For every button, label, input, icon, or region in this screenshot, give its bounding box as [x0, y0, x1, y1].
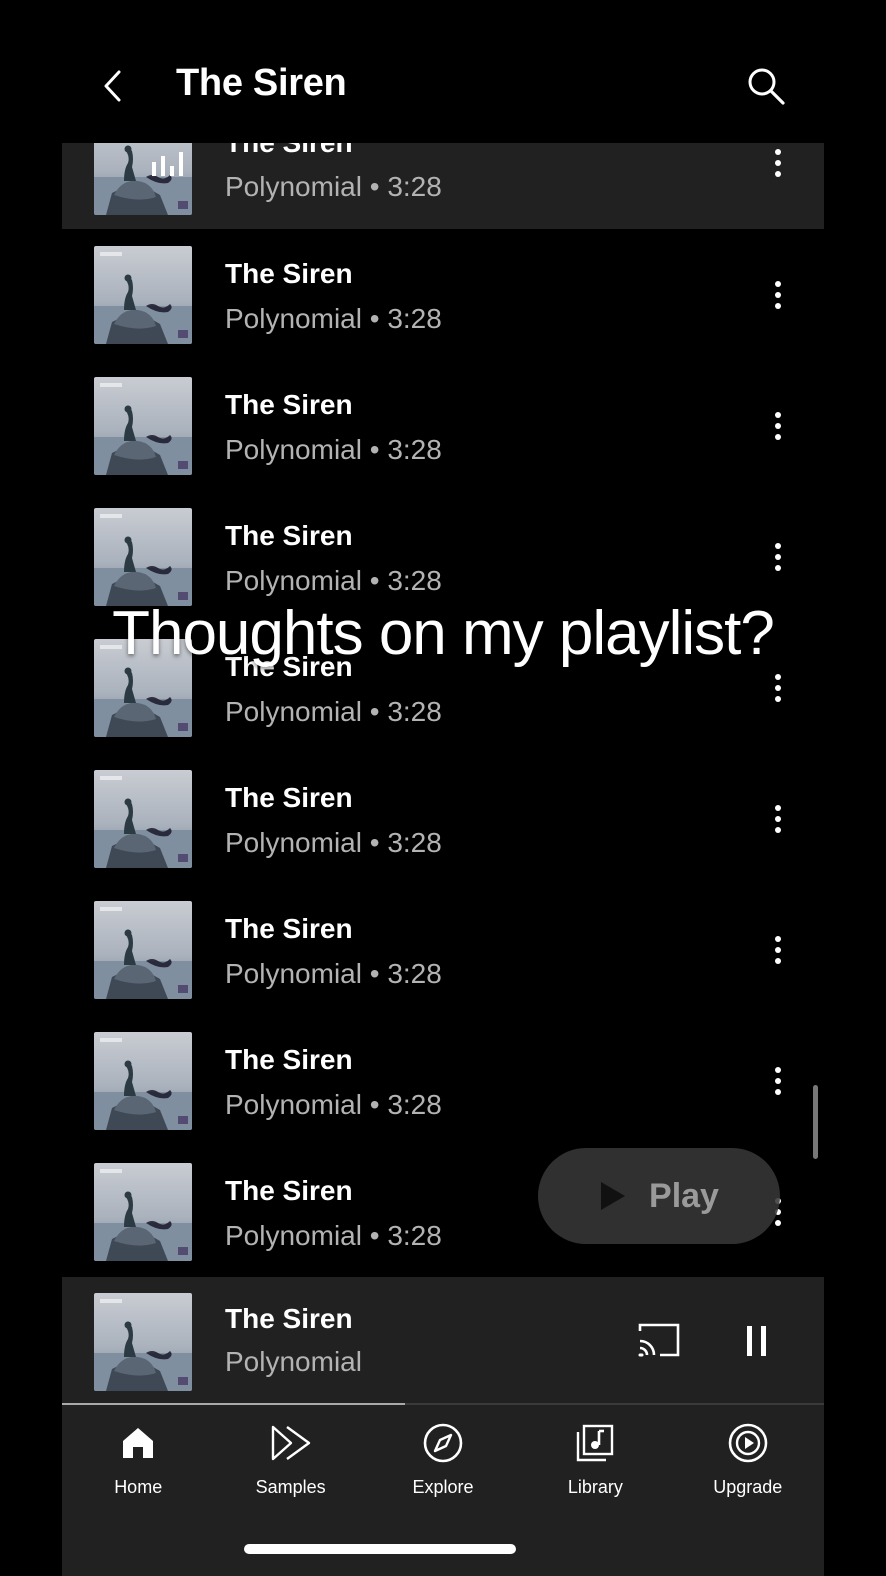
track-subtitle: Polynomial • 3:28	[225, 958, 442, 989]
track-subtitle: Polynomial • 3:28	[225, 171, 442, 202]
more-vertical-icon	[775, 281, 781, 309]
track-subtitle: Polynomial • 3:28	[225, 434, 442, 465]
track-title: The Siren	[225, 258, 353, 289]
home-icon	[116, 1421, 160, 1465]
app-screen: The Siren The SirenPolynomial • 3:28The …	[62, 0, 824, 1576]
chevron-left-icon	[104, 70, 121, 102]
page-title: The Siren	[176, 62, 347, 104]
mini-player-artwork	[94, 1293, 192, 1391]
track-title: The Siren	[225, 1175, 353, 1206]
track-title: The Siren	[225, 143, 353, 159]
more-vertical-icon	[775, 674, 781, 702]
mini-player-title: The Siren	[225, 1303, 353, 1334]
nav-upgrade[interactable]: Upgrade	[672, 1405, 824, 1515]
track-artwork	[94, 1032, 192, 1130]
nav-home[interactable]: Home	[62, 1405, 214, 1515]
nav-label: Samples	[255, 1477, 326, 1497]
track-artwork	[94, 901, 192, 999]
equalizer-icon	[152, 152, 183, 176]
more-vertical-icon	[775, 805, 781, 833]
more-vertical-icon	[775, 149, 781, 177]
upgrade-icon	[726, 1421, 770, 1465]
track-subtitle: Polynomial • 3:28	[225, 565, 442, 596]
more-vertical-icon	[775, 412, 781, 440]
track-artwork	[94, 1163, 192, 1261]
mini-player[interactable]: The Siren Polynomial	[62, 1277, 824, 1405]
track-title: The Siren	[225, 913, 353, 944]
track-subtitle: Polynomial • 3:28	[225, 303, 442, 334]
track-title: The Siren	[225, 1044, 353, 1075]
track-row[interactable]: The Siren Polynomial • 3:28	[62, 143, 824, 229]
nav-label: Upgrade	[713, 1477, 783, 1497]
mini-player-artist: Polynomial	[225, 1346, 362, 1377]
more-options-button[interactable]	[766, 538, 790, 576]
track-title: The Siren	[225, 782, 353, 813]
video-caption: Thoughts on my playlist?	[112, 599, 775, 668]
more-options-button[interactable]	[766, 800, 790, 838]
samples-icon	[269, 1421, 313, 1465]
more-vertical-icon	[775, 936, 781, 964]
more-options-button[interactable]	[766, 276, 790, 314]
play-button[interactable]: Play	[538, 1148, 780, 1244]
search-button[interactable]	[742, 62, 790, 110]
track-row[interactable]: The Siren Polynomial • 3:28	[62, 360, 824, 491]
more-options-button[interactable]	[766, 1062, 790, 1100]
nav-label: Home	[114, 1477, 163, 1497]
search-icon	[748, 68, 785, 105]
track-subtitle: Polynomial • 3:28	[225, 1089, 442, 1120]
track-title: The Siren	[225, 389, 353, 420]
back-button[interactable]	[94, 64, 130, 108]
more-options-button[interactable]	[766, 407, 790, 445]
top-bar: The Siren	[62, 0, 824, 143]
track-artwork	[94, 770, 192, 868]
library-icon	[573, 1421, 617, 1465]
more-options-button[interactable]	[766, 144, 790, 182]
pause-icon	[760, 1326, 766, 1356]
nav-label: Library	[567, 1477, 623, 1497]
track-row[interactable]: The Siren Polynomial • 3:28	[62, 229, 824, 360]
track-subtitle: Polynomial • 3:28	[225, 696, 442, 727]
track-artwork	[94, 143, 192, 215]
nav-library[interactable]: Library	[519, 1405, 671, 1515]
track-row[interactable]: The Siren Polynomial • 3:28	[62, 1015, 824, 1146]
pause-button[interactable]	[736, 1321, 776, 1361]
track-artwork	[94, 508, 192, 606]
nav-samples[interactable]: Samples	[214, 1405, 366, 1515]
play-button-label: Play	[649, 1176, 719, 1215]
nav-label: Explore	[412, 1477, 474, 1497]
scrollbar[interactable]	[813, 1085, 818, 1159]
track-row[interactable]: The Siren Polynomial • 3:28	[62, 753, 824, 884]
nav-explore[interactable]: Explore	[367, 1405, 519, 1515]
compass-icon	[421, 1421, 465, 1465]
track-title: The Siren	[225, 520, 353, 551]
more-vertical-icon	[775, 543, 781, 571]
more-options-button[interactable]	[766, 931, 790, 969]
more-options-button[interactable]	[766, 669, 790, 707]
track-subtitle: Polynomial • 3:28	[225, 827, 442, 858]
cast-button[interactable]	[636, 1321, 682, 1361]
track-list[interactable]: The Siren Polynomial • 3:28 The Siren Polyn…	[62, 143, 824, 1283]
play-icon	[601, 1182, 626, 1210]
home-indicator[interactable]	[244, 1544, 516, 1554]
track-row[interactable]: The Siren Polynomial • 3:28	[62, 884, 824, 1015]
pause-icon	[746, 1326, 752, 1356]
track-artwork	[94, 377, 192, 475]
cast-icon	[638, 1323, 680, 1357]
more-vertical-icon	[775, 1067, 781, 1095]
track-artwork	[94, 246, 192, 344]
track-subtitle: Polynomial • 3:28	[225, 1220, 442, 1251]
